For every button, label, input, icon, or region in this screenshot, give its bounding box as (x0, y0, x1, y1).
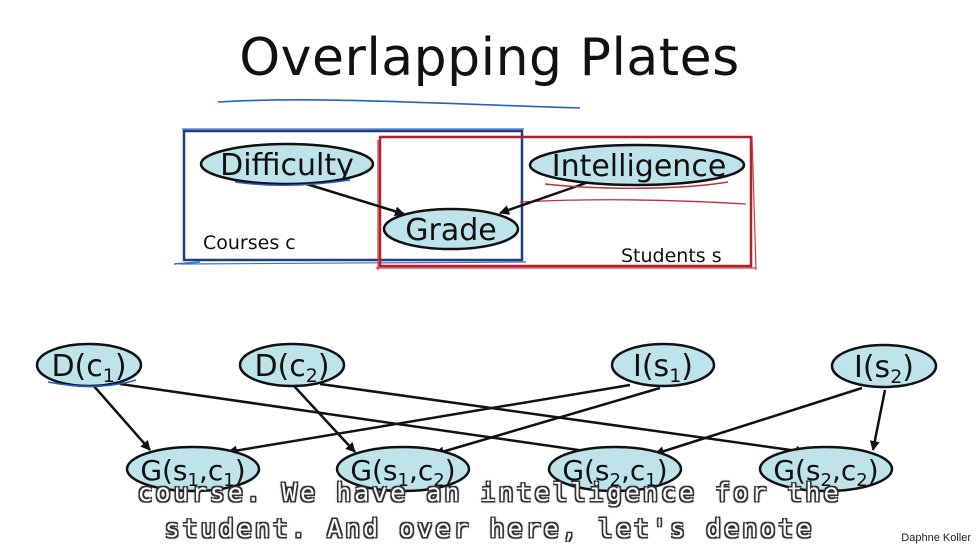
svg-text:D(c2): D(c2) (254, 349, 329, 387)
node-difficulty: Difficulty (199, 142, 375, 186)
svg-text:D(c1): D(c1) (51, 349, 126, 387)
node-d-c1: D(c1) (35, 342, 143, 388)
slide: Overlapping Plates Courses c Students s (0, 0, 979, 550)
edge-difficulty-grade (299, 180, 405, 217)
courses-plate-label: Courses c (203, 232, 296, 254)
subtitle-line-1: course. We have an intelligence for the (137, 478, 842, 507)
edge-d2-g22 (319, 382, 806, 456)
edge-i2-g22 (869, 389, 887, 451)
svg-text:I(s1): I(s1) (633, 349, 693, 387)
edge-intelligence-grade (499, 181, 587, 215)
ground-edges (92, 382, 887, 458)
node-intelligence-label: Intelligence (552, 149, 727, 184)
node-i-s2: I(s2) (830, 343, 938, 389)
node-grade: Grade (382, 207, 520, 251)
edge-d1-g11 (92, 384, 151, 451)
edge-d1-g21 (119, 382, 607, 458)
node-i-s1: I(s1) (610, 342, 716, 388)
node-d-c2: D(c2) (238, 342, 346, 388)
edge-d2-g12 (293, 385, 356, 453)
subtitle-line-2: student. And over here, let's denote (164, 514, 815, 543)
node-intelligence: Intelligence (528, 143, 746, 189)
node-difficulty-label: Difficulty (220, 148, 354, 183)
title-underline (217, 99, 581, 109)
diagram: Courses c Students s Difficulty Intellig… (35, 99, 938, 493)
node-grade-label: Grade (405, 213, 496, 248)
svg-text:I(s2): I(s2) (854, 350, 914, 388)
edge-i2-g21 (654, 386, 863, 457)
attribution: Daphne Koller (901, 532, 971, 544)
students-plate-label: Students s (621, 245, 722, 267)
